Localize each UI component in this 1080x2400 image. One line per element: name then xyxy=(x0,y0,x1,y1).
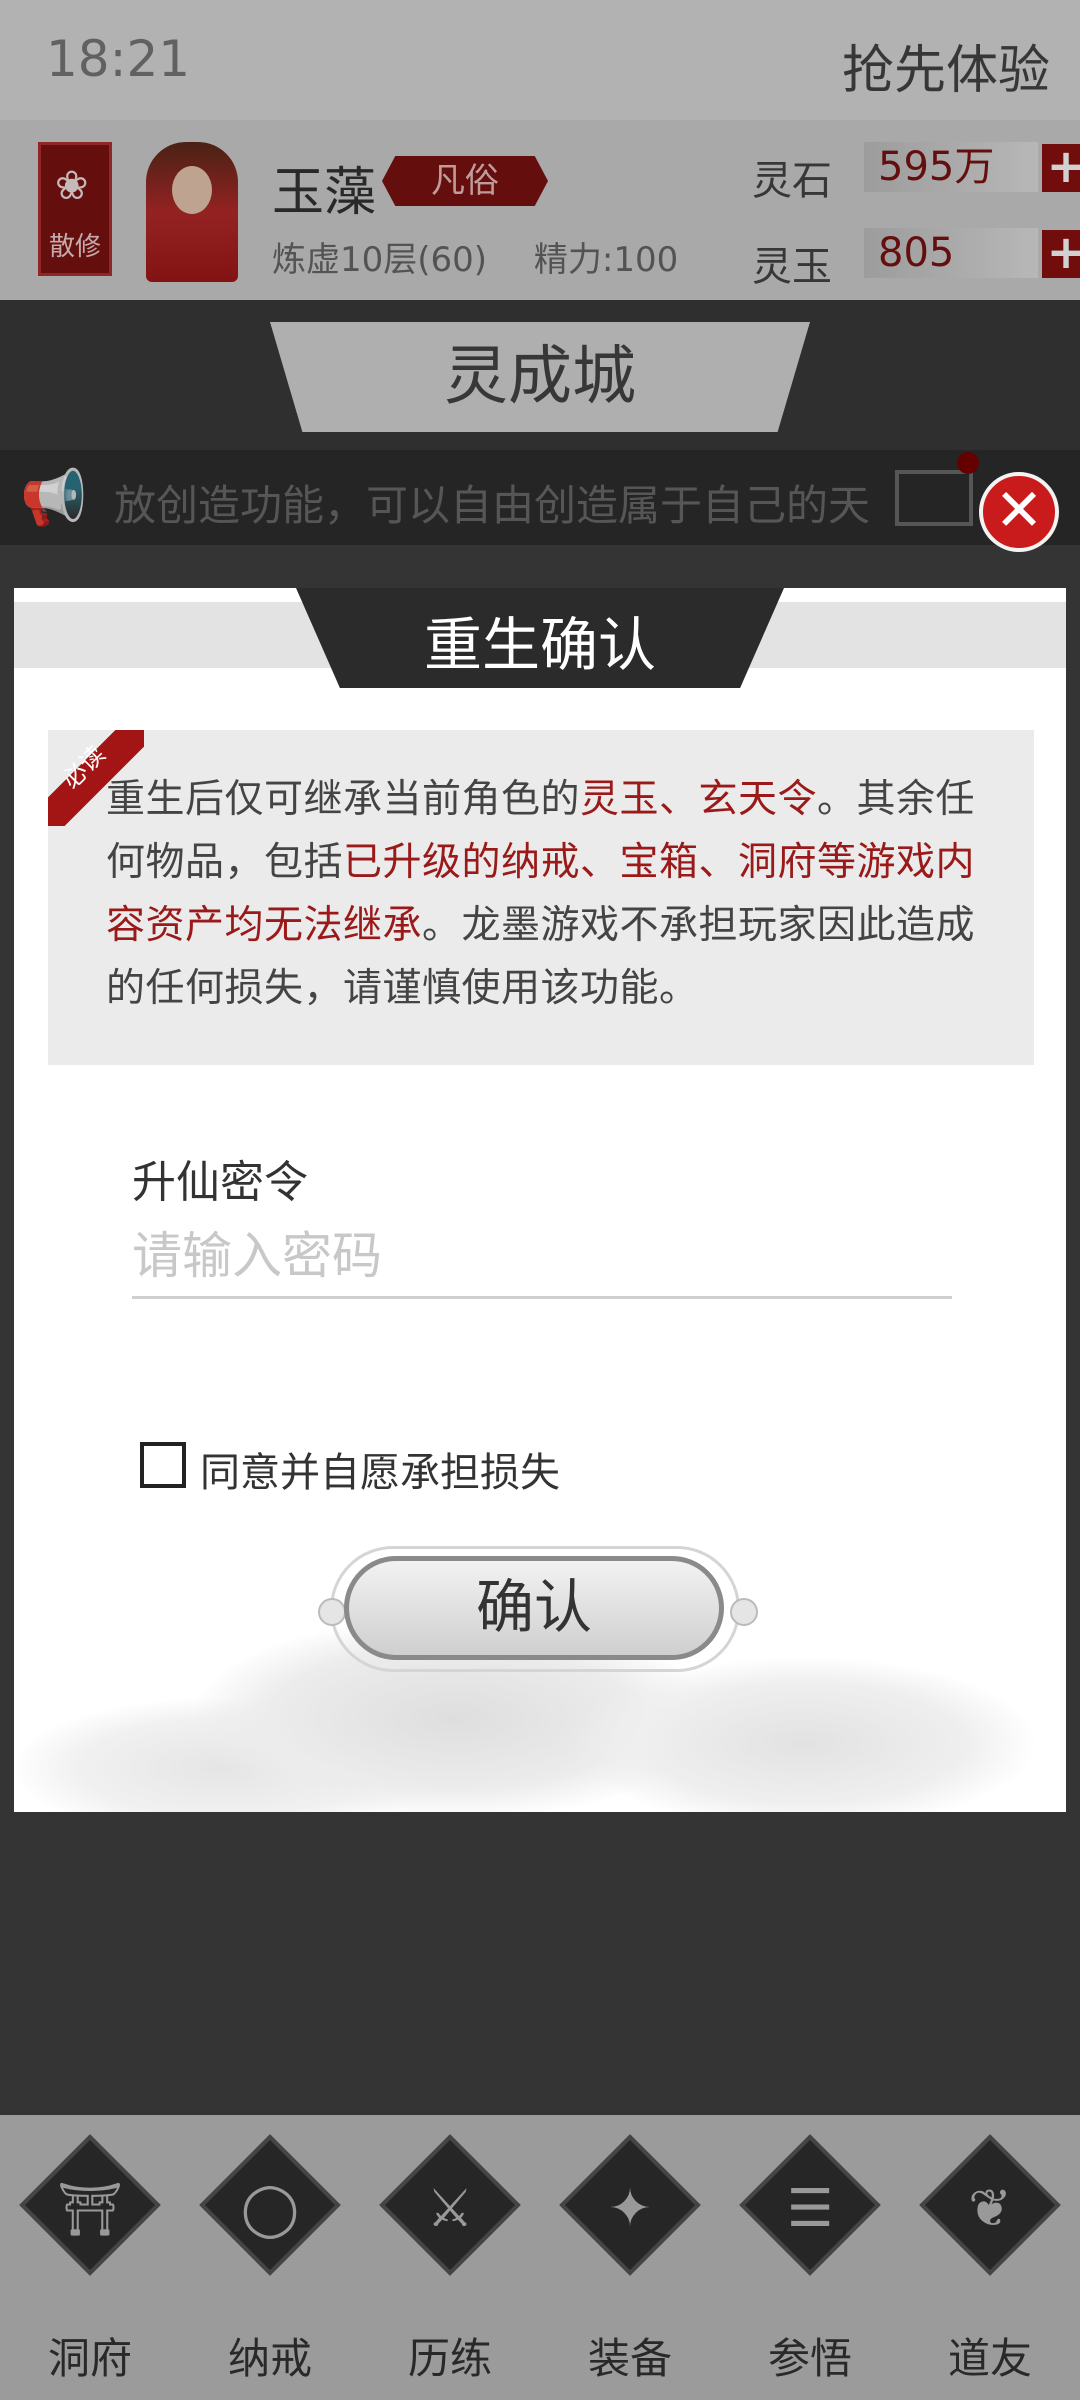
agree-checkbox[interactable] xyxy=(140,1442,186,1488)
confirm-frame-knob xyxy=(730,1598,758,1626)
agree-label[interactable]: 同意并自愿承担损失 xyxy=(200,1440,560,1498)
password-input[interactable] xyxy=(132,1216,952,1299)
cloud-decoration xyxy=(574,1658,1034,1812)
rebirth-confirm-dialog: 重生确认 必读 重生后仅可继承当前角色的灵玉、玄天令。其余任何物品，包括已升级的… xyxy=(14,588,1066,1812)
warning-notice: 必读 重生后仅可继承当前角色的灵玉、玄天令。其余任何物品，包括已升级的纳戒、宝箱… xyxy=(48,730,1034,1065)
notice-text: 重生后仅可继承当前角色的灵玉、玄天令。其余任何物品，包括已升级的纳戒、宝箱、洞府… xyxy=(106,768,1006,1020)
close-button[interactable]: ✕ xyxy=(979,472,1059,552)
close-icon: ✕ xyxy=(994,476,1044,544)
password-label: 升仙密令 xyxy=(132,1157,308,1208)
notice-highlight: 灵玉、玄天令 xyxy=(580,777,818,822)
confirm-frame-knob xyxy=(318,1598,346,1626)
dialog-title: 重生确认 xyxy=(423,611,656,679)
confirm-button[interactable]: 确认 xyxy=(344,1556,724,1660)
notice-part: 重生后仅可继承当前角色的 xyxy=(106,777,581,822)
